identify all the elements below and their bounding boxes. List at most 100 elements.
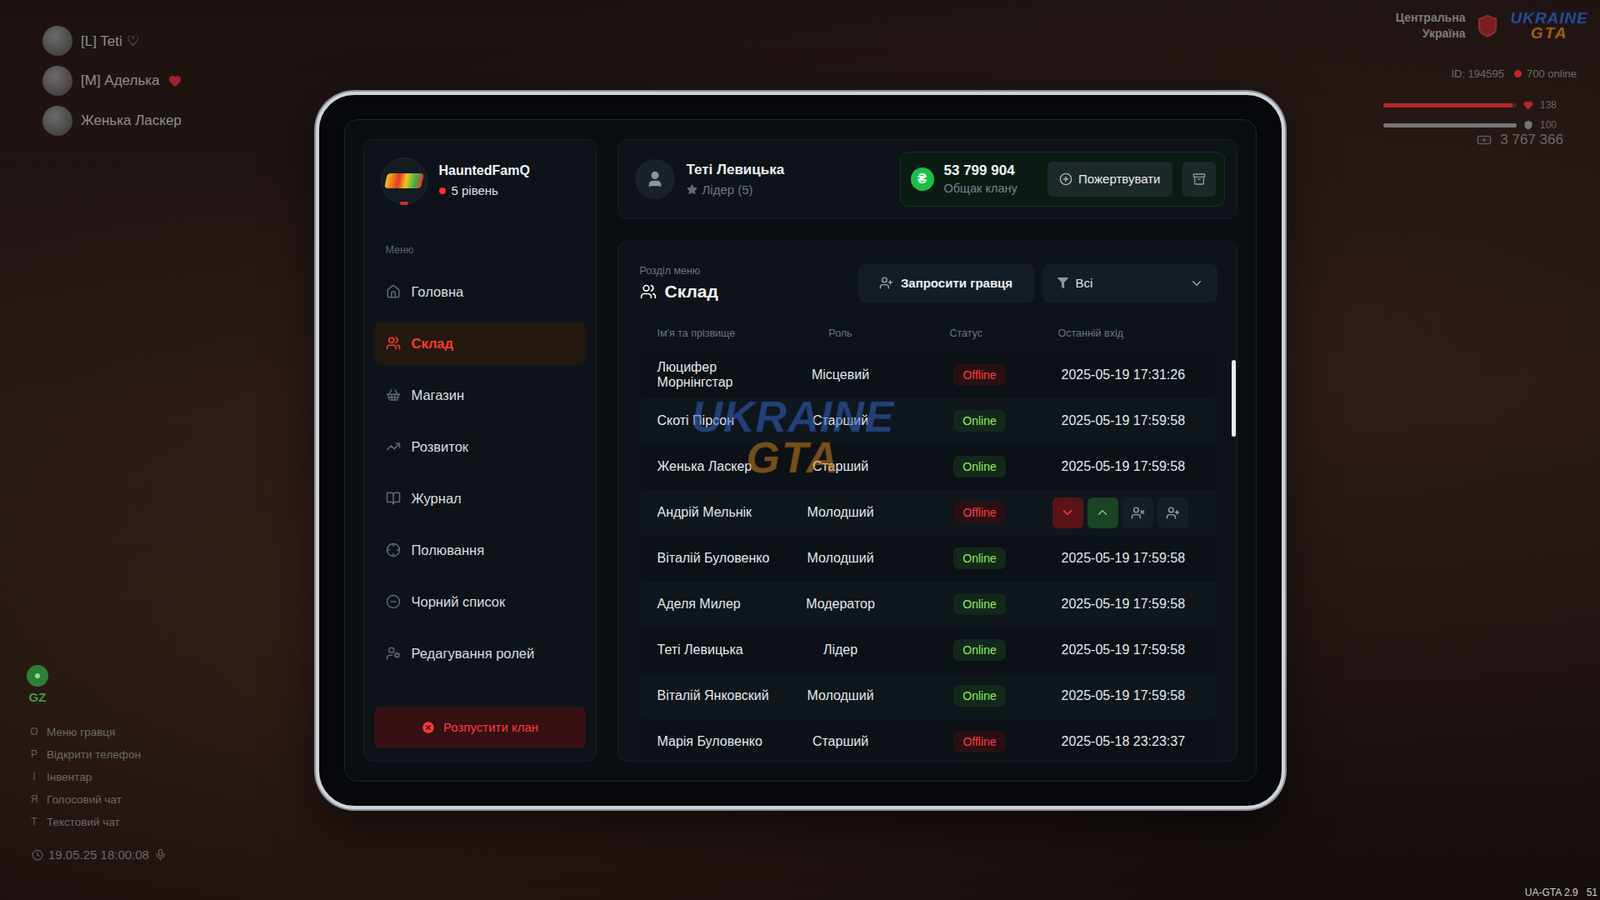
scrollbar-thumb[interactable] — [1231, 360, 1236, 437]
armor-icon — [1523, 120, 1534, 130]
scrollbar[interactable] — [1231, 360, 1236, 761]
donate-button[interactable]: Пожертвувати — [1047, 161, 1172, 197]
table-row[interactable]: Андрій МельнікМолодшийOffline — [640, 490, 1218, 536]
player-id-row: ID: 194595700 online — [1450, 67, 1577, 80]
clock-icon — [31, 849, 44, 861]
filter-dropdown[interactable]: Всі — [1042, 264, 1218, 303]
sidebar: HauntedFamQ5 рівень Меню Головна Склад Магаз… — [363, 139, 597, 762]
user-remove-icon — [1130, 505, 1145, 520]
storage-button[interactable] — [1182, 161, 1216, 197]
member-name: Люцифер Морнінгстар — [657, 360, 792, 391]
kick-button[interactable] — [1122, 497, 1154, 529]
zone-label: GZ — [29, 690, 47, 705]
server-logo: UKRAINEGTA — [1510, 10, 1589, 41]
row-actions — [1026, 497, 1218, 529]
sidebar-item[interactable]: Журнал — [374, 477, 586, 520]
player-avatar — [42, 65, 73, 96]
status-cell: Online — [890, 639, 1027, 661]
member-role: Молодший — [791, 550, 890, 566]
heart-icon — [168, 74, 182, 88]
key-hint: TТекстовий чат — [28, 814, 141, 830]
status-cell: Offline — [890, 501, 1027, 524]
menu-item-icon — [385, 490, 401, 506]
sidebar-item[interactable]: Розвиток — [374, 425, 586, 469]
user-role: Лідер (5) — [686, 182, 785, 197]
clan-name: HauntedFamQ — [439, 163, 530, 179]
watermark: UKRAINEGTA — [691, 396, 895, 480]
clan-logo-icon — [380, 157, 428, 205]
status-badge: Offline — [953, 364, 1005, 386]
watermark-logo: UKRAINEGTA — [691, 396, 895, 480]
assign-button[interactable] — [1157, 497, 1189, 529]
clan-info: HauntedFamQ5 рівень — [439, 163, 530, 198]
table-header: Ім'я та прізвищеРольСтатусОстанній вхід — [640, 320, 1218, 346]
status-cell: Offline — [890, 364, 1027, 386]
key-hint: Я Голосовий чат — [28, 791, 141, 807]
microphone-icon — [154, 848, 167, 861]
hint-label: Інвентар — [46, 770, 92, 784]
hint-label: Відкрити телефон — [46, 748, 141, 761]
member-name: Віталій Буловенко — [657, 550, 792, 566]
menu-label: Меню — [374, 244, 586, 256]
table-row[interactable]: Скоті ПірсонСтаршийOnline2025-05-19 17:5… — [640, 398, 1218, 445]
bar-value: 138 — [1540, 99, 1562, 111]
table-row[interactable]: Віталій БуловенкоМолодшийOnline2025-05-1… — [640, 535, 1218, 582]
online-count: 700 online — [1514, 67, 1577, 80]
user-avatar — [635, 159, 675, 200]
member-name: Женька Ласкер — [657, 459, 792, 475]
fps: 51 — [1586, 886, 1598, 899]
chevron-up-icon — [1095, 505, 1110, 520]
hint-key: O — [28, 725, 40, 738]
player-entry: [L] Teti ♡ — [42, 25, 182, 56]
member-role: Старший — [791, 459, 890, 475]
table-row[interactable]: Марія БуловенкоСтаршийOffline2025-05-18 … — [640, 719, 1218, 762]
last-login: 2025-05-19 17:31:26 — [1026, 367, 1218, 383]
user-add-icon — [1165, 505, 1180, 520]
sidebar-item[interactable]: Склад — [374, 322, 586, 365]
user-name: Теті Левицька — [686, 161, 785, 179]
sidebar-item[interactable]: Головна — [374, 270, 586, 314]
menu-item-icon — [385, 594, 401, 610]
region-indicator: ЦентральнаУкраїнаUKRAINEGTA — [1395, 10, 1589, 42]
hint-key: Я — [28, 793, 40, 805]
treasury-info: 53 799 904Общак клану — [944, 162, 1018, 195]
bar-track — [1383, 123, 1517, 128]
main-content: Теті ЛевицькаЛідер (5)₴53 799 904Общак к… — [617, 139, 1238, 762]
datetime-row: 19.05.25 18:00:08 — [31, 847, 167, 862]
hint-key: P — [28, 748, 40, 760]
zone-indicator: GZ — [26, 665, 49, 705]
table-row[interactable]: Віталій ЯнковскийМолодшийOnline2025-05-1… — [640, 673, 1218, 720]
last-login: 2025-05-19 17:59:58 — [1026, 459, 1218, 475]
logo-top: UKRAINE — [1510, 10, 1589, 26]
sidebar-item[interactable]: Магазин — [374, 374, 586, 417]
table-row[interactable]: Аделя МилерМодераторOnline2025-05-19 17:… — [640, 581, 1218, 628]
sidebar-item[interactable]: Редагування ролей — [374, 632, 586, 675]
tablet: HauntedFamQ5 рівень Меню Головна Склад Магаз… — [315, 91, 1285, 810]
sidebar-item[interactable]: Чорний список — [374, 580, 586, 624]
hint-key: I — [28, 770, 40, 783]
invite-player-button[interactable]: Запросити гравця — [858, 264, 1035, 303]
player-name: [L] Teti ♡ — [80, 32, 140, 50]
table-row[interactable]: Женька ЛаскерСтаршийOnline2025-05-19 17:… — [640, 444, 1218, 490]
dissolve-clan-button[interactable]: Розпустити клан — [374, 706, 586, 749]
member-role: Старший — [791, 734, 890, 750]
version-info: UA-GTA 2.951 — [1525, 886, 1598, 899]
promote-button[interactable] — [1087, 497, 1119, 529]
bar-track — [1383, 103, 1517, 108]
hint-label: Голосовий чат — [46, 793, 122, 806]
demote-button[interactable] — [1052, 497, 1084, 529]
last-login: 2025-05-19 17:59:58 — [1026, 550, 1218, 566]
last-login: 2025-05-19 17:59:58 — [1026, 413, 1218, 429]
sidebar-item[interactable]: Полювання — [374, 529, 586, 572]
column-header: Ім'я та прізвище — [657, 327, 792, 340]
member-role: Молодший — [791, 505, 890, 520]
column-header: Роль — [791, 327, 890, 340]
table-row[interactable]: Люцифер МорнінгстарМісцевийOffline2025-0… — [640, 352, 1218, 399]
chevron-down-icon — [1189, 275, 1205, 291]
player-avatar — [42, 105, 73, 136]
status-badge: Online — [953, 410, 1005, 432]
treasury-amount: 53 799 904 — [944, 162, 1018, 180]
star-icon — [686, 184, 698, 195]
status-cell: Online — [890, 455, 1027, 478]
table-row[interactable]: Теті ЛевицькаЛідерOnline2025-05-19 17:59… — [640, 627, 1218, 674]
